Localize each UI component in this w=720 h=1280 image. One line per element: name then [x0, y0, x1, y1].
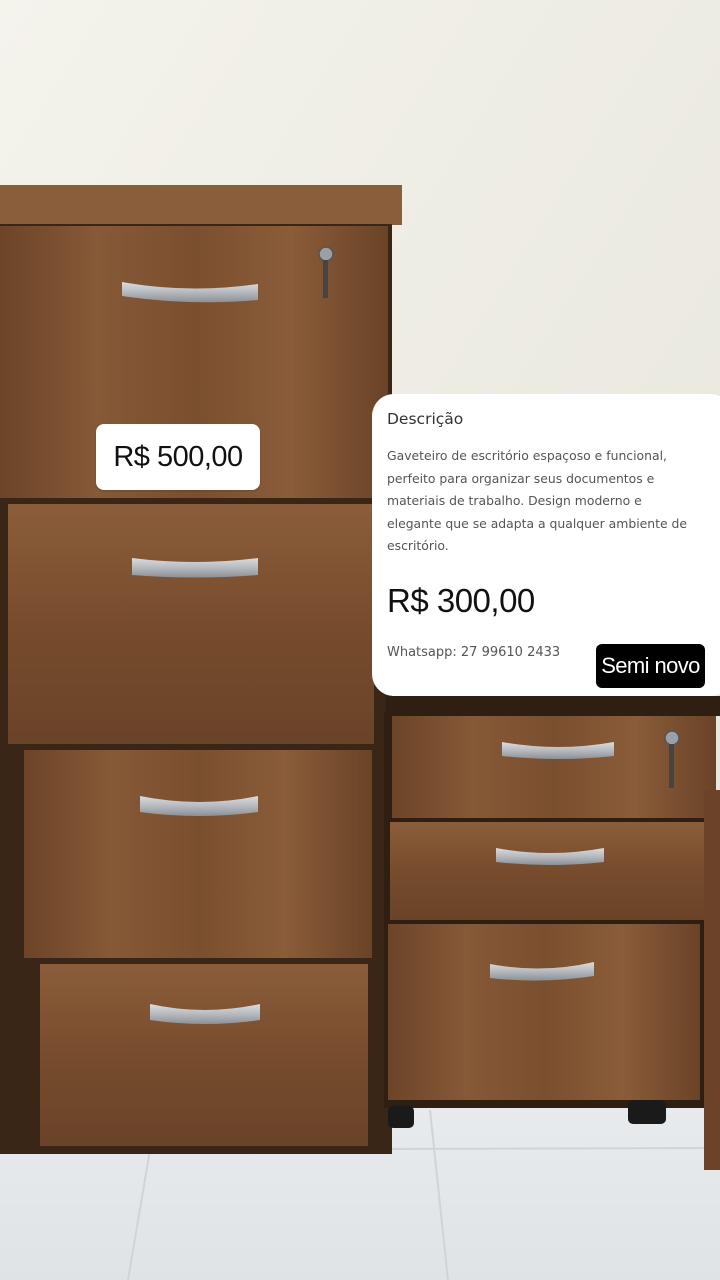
- short-cabinet: [384, 696, 720, 1128]
- drawer-front: [40, 964, 368, 1146]
- price-tag-text: R$ 500,00: [113, 440, 243, 473]
- side-cabinet-edge: [704, 790, 720, 1170]
- drawer-front: [8, 504, 374, 744]
- tall-cabinet: [0, 185, 402, 1154]
- lock-icon: [318, 246, 334, 262]
- drawer-front: [24, 750, 372, 958]
- drawer-front: [390, 822, 708, 920]
- whatsapp-contact[interactable]: Whatsapp: 27 99610 2433: [387, 645, 560, 660]
- drawer-front: [388, 924, 700, 1100]
- caster-wheel: [628, 1100, 666, 1124]
- description-price: R$ 300,00: [387, 581, 535, 619]
- price-tag: R$ 500,00: [96, 424, 260, 490]
- description-title: Descrição: [387, 410, 464, 428]
- key-icon: [323, 260, 328, 298]
- description-card: Descrição Gaveteiro de escritório espaço…: [372, 394, 720, 696]
- drawer-front: [392, 716, 716, 818]
- key-icon: [669, 744, 674, 788]
- condition-badge: Semi novo: [596, 644, 705, 688]
- caster-wheel: [388, 1106, 414, 1128]
- lock-icon: [664, 730, 680, 746]
- condition-badge-label: Semi novo: [601, 653, 700, 678]
- description-body: Gaveteiro de escritório espaçoso e funci…: [387, 448, 688, 553]
